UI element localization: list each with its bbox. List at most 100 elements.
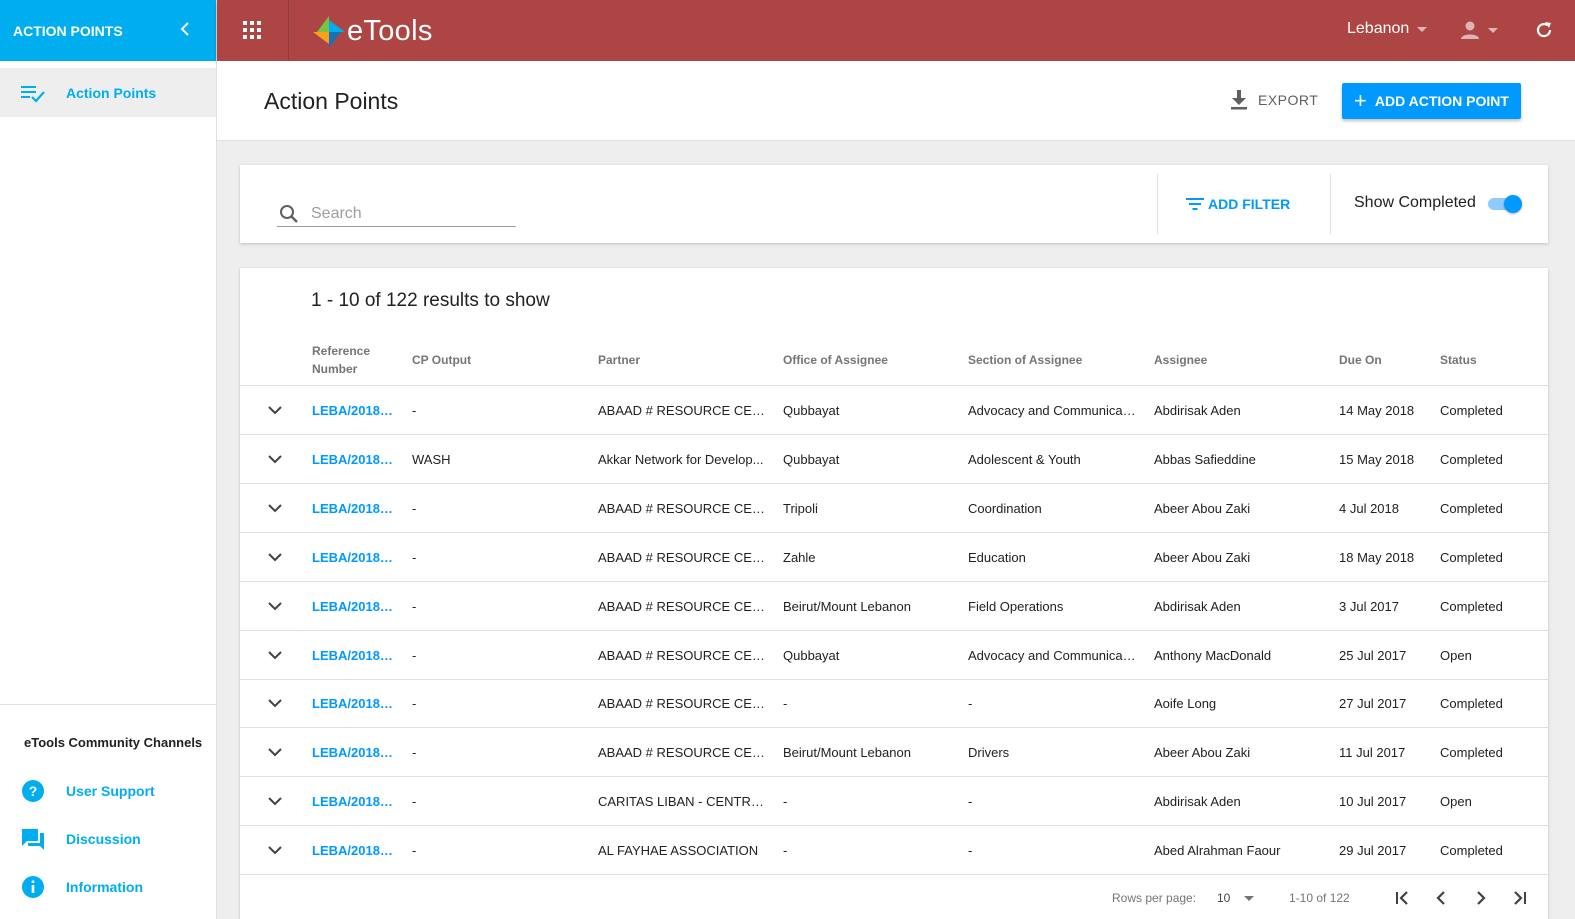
export-button[interactable]: EXPORT (1230, 90, 1318, 110)
column-header-partner[interactable]: Partner (598, 351, 768, 369)
cell-due-on: 3 Jul 2017 (1339, 598, 1399, 614)
reference-link[interactable]: LEBA/2018/... (312, 695, 394, 712)
column-header-status[interactable]: Status (1440, 351, 1535, 369)
cell-section: - (968, 794, 973, 810)
cell-section: Advocacy and Communicat... (968, 403, 1136, 418)
table-row[interactable]: LEBA/2018/... - ABAAD # RESOURCE CENT... Qu… (240, 631, 1548, 680)
first-page-icon[interactable] (1392, 888, 1412, 908)
cell-section: Education (968, 549, 1026, 565)
last-page-icon[interactable] (1510, 888, 1530, 908)
page-header: Action Points EXPORT + ADD ACTION POINT (217, 61, 1575, 141)
reference-link[interactable]: LEBA/2018/... (312, 598, 394, 615)
cell-section: Coordination (968, 500, 1042, 516)
expand-row-icon[interactable] (268, 843, 282, 857)
cell-office: - (783, 696, 788, 712)
table-row[interactable]: LEBA/2018/... - ABAAD # RESOURCE CENT... Be… (240, 728, 1548, 778)
reference-link[interactable]: LEBA/2018/... (312, 744, 394, 761)
expand-row-icon[interactable] (268, 648, 282, 662)
cell-cp-output: WASH (412, 451, 451, 467)
reference-link[interactable]: LEBA/2018/... (312, 500, 394, 517)
sidebar-title: ACTION POINTS (13, 22, 123, 39)
cell-section: Field Operations (968, 598, 1064, 614)
column-header-cp-output[interactable]: CP Output (412, 351, 577, 369)
cell-section: Advocacy and Communicat... (968, 647, 1136, 663)
cell-assignee: Abed Alrahman Faour (1154, 843, 1281, 859)
reference-link[interactable]: LEBA/2018/... (312, 793, 394, 810)
pagination: Rows per page: 10 1-10 of 122 (240, 884, 1548, 914)
expand-row-icon[interactable] (268, 403, 282, 417)
cell-office: - (783, 794, 788, 810)
next-page-icon[interactable] (1471, 888, 1491, 908)
rows-per-page-select[interactable]: 10 (1217, 891, 1255, 905)
channel-user-support[interactable]: ? User Support (0, 767, 216, 815)
cell-office: Qubbayat (783, 403, 840, 418)
profile-menu[interactable] (1460, 20, 1498, 40)
forum-icon (21, 827, 45, 851)
pagination-range: 1-10 of 122 (1289, 891, 1350, 905)
user-icon (1461, 21, 1479, 39)
expand-row-icon[interactable] (268, 501, 282, 515)
channel-label: User Support (66, 783, 155, 799)
column-header-due-on[interactable]: Due On (1339, 351, 1429, 369)
table-row[interactable]: LEBA/2018/... - CARITAS LIBAN - CENTRE D..… (240, 777, 1548, 827)
cell-cp-output: - (412, 696, 417, 712)
table-row[interactable]: LEBA/2018/... - ABAAD # RESOURCE CENT... Be… (240, 582, 1548, 631)
channel-discussion[interactable]: Discussion (0, 815, 216, 863)
previous-page-icon[interactable] (1431, 888, 1451, 908)
cell-office: - (783, 843, 788, 859)
search-input[interactable] (311, 204, 501, 223)
table-row[interactable]: LEBA/2018/... WASH Akkar Network for Devel… (240, 435, 1548, 484)
cell-assignee: Aoife Long (1154, 696, 1217, 712)
column-header-office[interactable]: Office of Assignee (783, 351, 948, 369)
add-action-point-label: ADD ACTION POINT (1374, 93, 1509, 109)
show-completed-toggle[interactable] (1488, 195, 1524, 213)
cell-status: Completed (1440, 500, 1503, 516)
toggle-knob (1504, 195, 1522, 213)
sidebar-item-action-points[interactable]: Action Points (0, 68, 216, 117)
cell-due-on: 15 May 2018 (1339, 451, 1415, 467)
column-header-reference-number[interactable]: Reference Number (312, 342, 394, 378)
cell-due-on: 10 Jul 2017 (1339, 794, 1407, 810)
expand-row-icon[interactable] (268, 745, 282, 759)
cell-due-on: 14 May 2018 (1339, 403, 1415, 418)
top-bar: eTools Lebanon (217, 0, 1575, 61)
table-row[interactable]: LEBA/2018/... - ABAAD # RESOURCE CENT... - -… (240, 679, 1548, 729)
refresh-icon[interactable] (1534, 20, 1554, 40)
country-label: Lebanon (1347, 20, 1410, 37)
cell-cp-output: - (412, 745, 417, 761)
table-row[interactable]: LEBA/2018/... - ABAAD # RESOURCE CENT... Za… (240, 533, 1548, 582)
reference-link[interactable]: LEBA/2018/... (312, 647, 394, 664)
cell-partner: ABAAD # RESOURCE CENT... (598, 598, 768, 614)
export-label: EXPORT (1258, 92, 1319, 108)
table-row[interactable]: LEBA/2018/... - ABAAD # RESOURCE CENT... Tr… (240, 484, 1548, 533)
cell-office: Zahle (783, 549, 816, 565)
expand-row-icon[interactable] (268, 599, 282, 613)
chevron-left-icon[interactable] (180, 20, 190, 41)
add-filter-button[interactable]: ADD FILTER (1186, 196, 1290, 212)
cell-section: Adolescent & Youth (968, 451, 1081, 467)
country-selector[interactable]: Lebanon (1347, 20, 1428, 38)
reference-link[interactable]: LEBA/2018/... (312, 842, 394, 859)
community-channels: eTools Community Channels ? User Support… (0, 704, 216, 919)
cell-office: Qubbayat (783, 647, 840, 663)
channel-label: Discussion (66, 831, 141, 847)
filter-divider (1157, 174, 1158, 234)
reference-link[interactable]: LEBA/2018/... (312, 549, 394, 566)
add-action-point-button[interactable]: + ADD ACTION POINT (1342, 83, 1521, 119)
reference-link[interactable]: LEBA/2018/... (312, 402, 394, 419)
expand-row-icon[interactable] (268, 696, 282, 710)
logo-text: eTools (347, 15, 433, 47)
table-row[interactable]: LEBA/2018/... - ABAAD # RESOURCE CENT... Qu… (240, 386, 1548, 435)
expand-row-icon[interactable] (268, 550, 282, 564)
reference-link[interactable]: LEBA/2018/... (312, 451, 394, 468)
column-header-assignee[interactable]: Assignee (1154, 351, 1319, 369)
channel-information[interactable]: Information (0, 863, 216, 911)
expand-row-icon[interactable] (268, 452, 282, 466)
sidebar-header: ACTION POINTS (0, 0, 216, 61)
table-row[interactable]: LEBA/2018/... - AL FAYHAE ASSOCIATION - - Abe… (240, 826, 1548, 876)
cell-section: - (968, 843, 973, 859)
column-header-section[interactable]: Section of Assignee (968, 351, 1136, 369)
apps-grid-icon[interactable] (243, 21, 261, 39)
expand-row-icon[interactable] (268, 794, 282, 808)
cell-section: - (968, 696, 973, 712)
